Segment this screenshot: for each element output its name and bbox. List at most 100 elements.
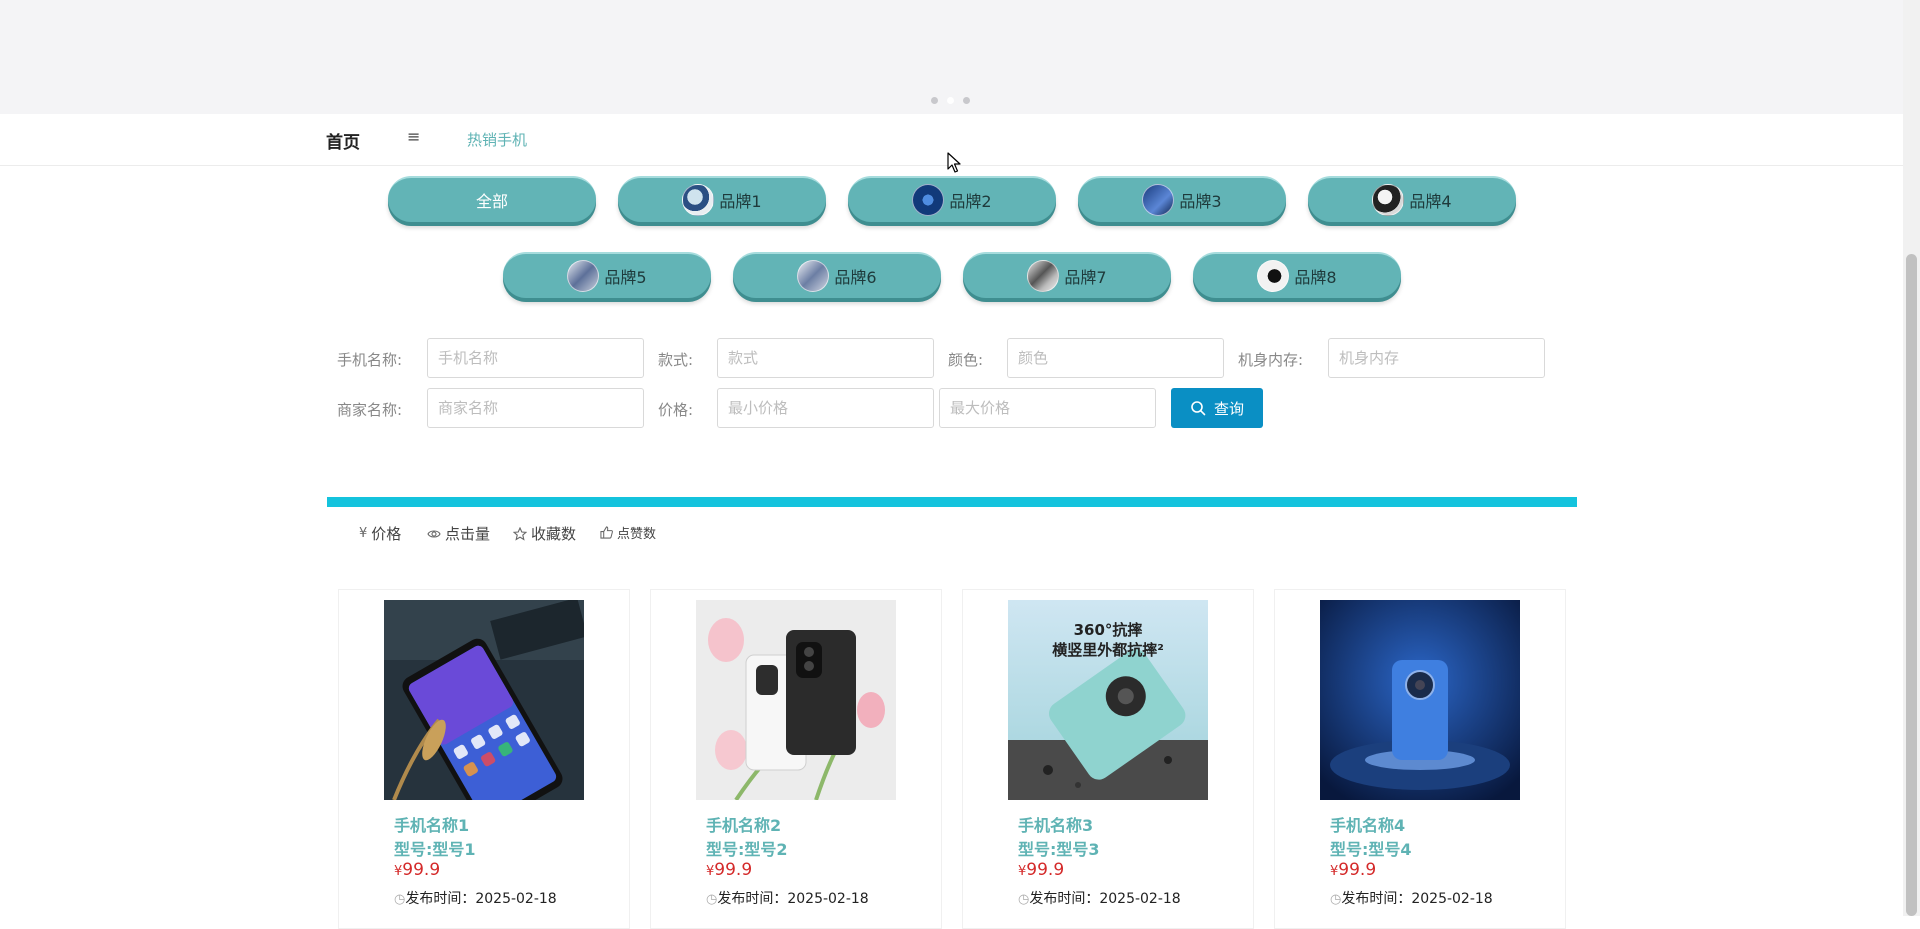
product-image[interactable]: 360°抗摔 横竖里外都抗摔²: [1008, 600, 1208, 800]
eye-icon: [427, 529, 441, 538]
carousel-indicators: [931, 97, 970, 104]
max-price-input[interactable]: [939, 388, 1156, 428]
brand-filter-label: 全部: [475, 192, 508, 211]
brand-filter-label: 品牌8: [1294, 268, 1337, 287]
brand-phone-icon: [682, 184, 715, 216]
brand-phone-icon: [912, 184, 945, 216]
mouse-cursor-icon: [947, 152, 961, 173]
brand-filter-4[interactable]: 品牌4: [1308, 176, 1516, 222]
brand-filter-label: 品牌5: [604, 268, 647, 287]
style-label: 款式:: [658, 351, 694, 369]
brand-filter-label: 品牌7: [1064, 268, 1107, 287]
brand-filter-label: 品牌1: [719, 192, 762, 211]
product-image[interactable]: [696, 600, 896, 800]
brand-filter-7[interactable]: 品牌7: [963, 252, 1171, 298]
merchant-name-input[interactable]: [427, 388, 644, 428]
sort-by-likes[interactable]: 点赞数: [600, 523, 656, 542]
product-name[interactable]: 手机名称4: [1330, 812, 1405, 836]
product-price: ¥99.9: [1330, 860, 1376, 880]
brand-filter-5[interactable]: 品牌5: [503, 252, 711, 298]
brand-filter-8[interactable]: 品牌8: [1193, 252, 1401, 298]
phone-name-label: 手机名称:: [337, 351, 403, 369]
publish-date: ◷发布时间：2025-02-18: [1018, 888, 1181, 908]
brand-filter-label: 品牌3: [1179, 192, 1222, 211]
color-input[interactable]: [1007, 338, 1224, 378]
product-price: ¥99.9: [394, 860, 440, 880]
search-button-label: 查询: [1213, 399, 1244, 418]
star-icon: [513, 526, 527, 541]
sort-by-price[interactable]: ¥ 价格: [359, 523, 401, 544]
price-value: 99.9: [714, 860, 753, 880]
yen-icon: ¥: [359, 526, 368, 541]
search-button[interactable]: 查询: [1171, 388, 1263, 428]
price-value: 99.9: [402, 860, 441, 880]
carousel-dot-3[interactable]: [963, 97, 970, 104]
search-icon: [1191, 401, 1206, 416]
promo-overlay: 360°抗摔 横竖里外都抗摔²: [1052, 621, 1164, 659]
product-card[interactable]: 手机名称1 型号:型号1 ¥99.9 ◷发布时间：2025-02-18: [338, 589, 630, 929]
merchant-name-label: 商家名称:: [337, 401, 403, 419]
color-label: 颜色:: [948, 351, 984, 369]
brand-phone-icon: [1142, 184, 1175, 216]
publish-date: ◷发布时间：2025-02-18: [1330, 888, 1493, 908]
carousel-dot-2[interactable]: [947, 97, 954, 104]
clock-icon: ◷: [1330, 892, 1342, 907]
publish-date-label: 发布时间：: [405, 891, 476, 907]
clock-icon: ◷: [1018, 892, 1030, 907]
menu-icon[interactable]: ≡: [407, 127, 420, 146]
publish-date-value: 2025-02-18: [1099, 891, 1181, 907]
carousel-dot-1[interactable]: [931, 97, 938, 104]
product-card[interactable]: 360°抗摔 横竖里外都抗摔² 手机名称3 型号:型号3 ¥99.9 ◷发布时间：…: [962, 589, 1254, 929]
nav-home-link[interactable]: 首页: [326, 128, 360, 153]
brand-filter-6[interactable]: 品牌6: [733, 252, 941, 298]
scrollbar-thumb[interactable]: [1906, 254, 1917, 916]
brand-filter-label: 品牌4: [1409, 192, 1452, 211]
brand-filter-2[interactable]: 品牌2: [848, 176, 1056, 222]
publish-date-label: 发布时间：: [1029, 891, 1100, 907]
sort-by-favorites[interactable]: 收藏数: [513, 523, 576, 544]
product-name[interactable]: 手机名称3: [1018, 812, 1093, 836]
nav-hot-phones-link[interactable]: 热销手机: [467, 129, 527, 150]
product-model: 型号:型号2: [706, 840, 788, 859]
phone-name-input[interactable]: [427, 338, 644, 378]
publish-date-value: 2025-02-18: [787, 891, 869, 907]
product-price: ¥99.9: [706, 860, 752, 880]
product-model: 型号:型号3: [1018, 840, 1100, 859]
banner-carousel[interactable]: [0, 0, 1903, 114]
style-input[interactable]: [717, 338, 934, 378]
price-label: 价格:: [658, 401, 694, 419]
product-model: 型号:型号1: [394, 840, 476, 859]
publish-date-value: 2025-02-18: [1411, 891, 1493, 907]
memory-input[interactable]: [1328, 338, 1545, 378]
product-model: 型号:型号4: [1330, 840, 1412, 859]
product-name[interactable]: 手机名称2: [706, 812, 781, 836]
memory-label: 机身内存:: [1238, 351, 1304, 369]
sort-label: 点击量: [445, 525, 491, 543]
product-card[interactable]: 手机名称2 型号:型号2 ¥99.9 ◷发布时间：2025-02-18: [650, 589, 942, 929]
product-image[interactable]: [1320, 600, 1520, 800]
brand-filter-all[interactable]: 全部: [388, 176, 596, 222]
product-card[interactable]: 手机名称4 型号:型号4 ¥99.9 ◷发布时间：2025-02-18: [1274, 589, 1566, 929]
section-divider: [327, 497, 1577, 507]
publish-date-label: 发布时间：: [1341, 891, 1412, 907]
clock-icon: ◷: [394, 892, 406, 907]
thumbs-up-icon: [600, 526, 613, 539]
publish-date: ◷发布时间：2025-02-18: [394, 888, 557, 908]
publish-date-label: 发布时间：: [717, 891, 788, 907]
product-image[interactable]: [384, 600, 584, 800]
sort-label: 收藏数: [531, 525, 577, 543]
brand-filter-1[interactable]: 品牌1: [618, 176, 826, 222]
min-price-input[interactable]: [717, 388, 934, 428]
sort-label: 价格: [371, 525, 402, 543]
product-price: ¥99.9: [1018, 860, 1064, 880]
clock-icon: ◷: [706, 892, 718, 907]
brand-phone-icon: [567, 260, 600, 292]
sort-by-clicks[interactable]: 点击量: [427, 523, 490, 544]
product-name[interactable]: 手机名称1: [394, 812, 469, 836]
brand-phone-icon: [1372, 184, 1405, 216]
brand-filter-label: 品牌2: [949, 192, 992, 211]
sort-label: 点赞数: [617, 527, 657, 542]
price-value: 99.9: [1026, 860, 1065, 880]
brand-filter-3[interactable]: 品牌3: [1078, 176, 1286, 222]
brand-filter-label: 品牌6: [834, 268, 877, 287]
